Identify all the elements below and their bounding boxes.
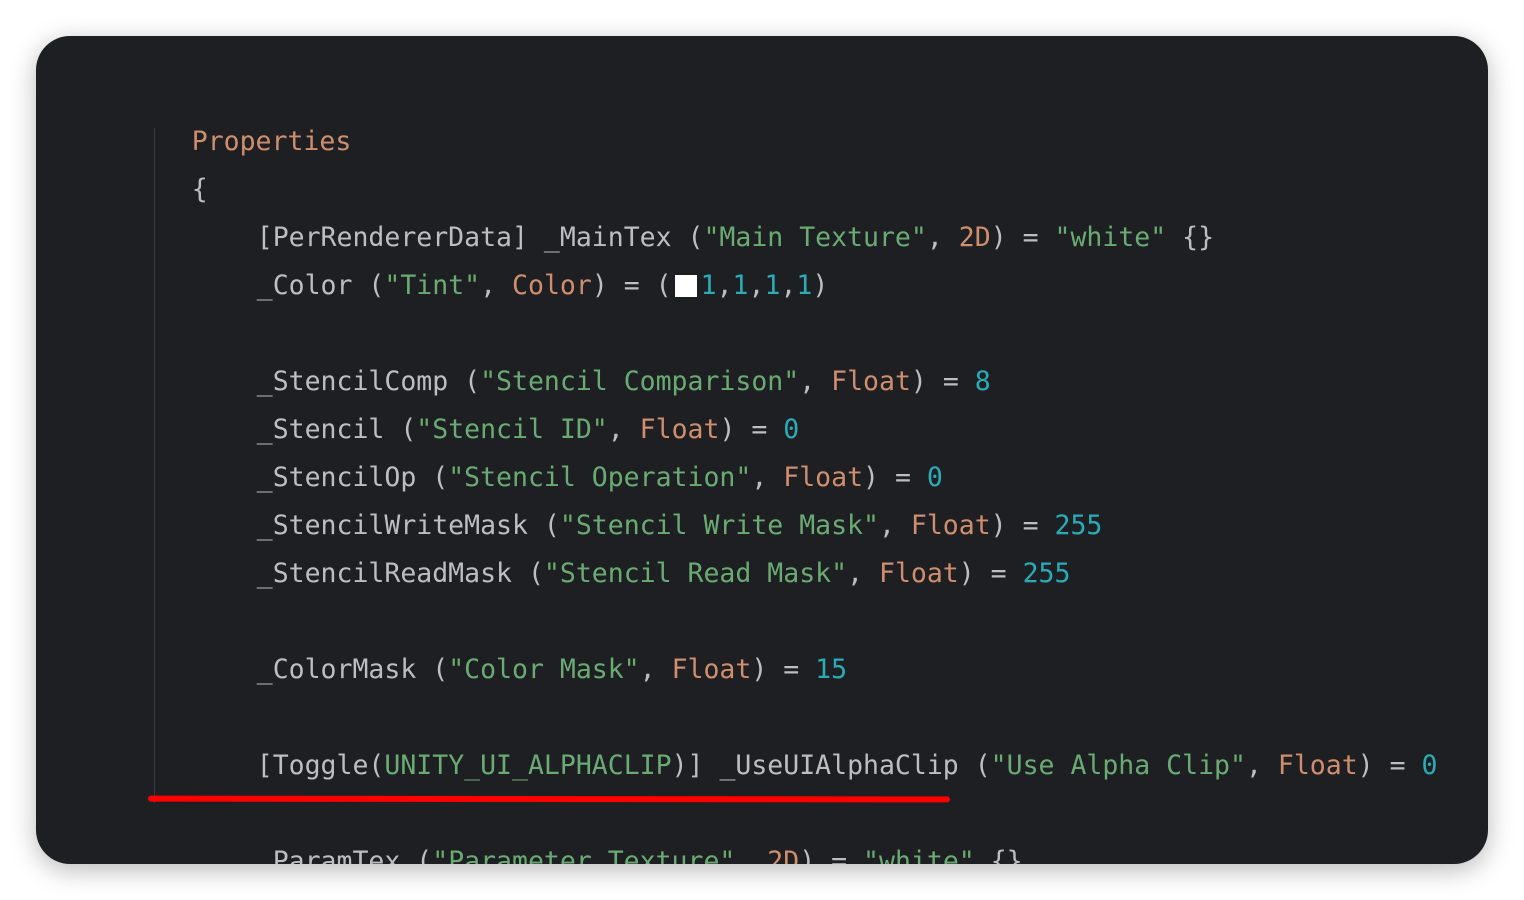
code-line-colormask: _ColorMask ("Color Mask", Float) = 15	[161, 598, 847, 685]
property-type: Float	[671, 654, 752, 685]
display-name-string: "Tint"	[384, 270, 481, 301]
property-type: 2D	[958, 222, 991, 253]
property-name: _ParamTex (	[256, 846, 433, 864]
code-line-stencilwritemask: _StencilWriteMask ("Stencil Write Mask",…	[161, 454, 1103, 541]
toggle-keyword: UNITY_UI_ALPHACLIP	[384, 750, 672, 781]
color-g: 1	[732, 270, 749, 301]
equals: ) =	[958, 558, 1023, 589]
code-line-stencilcomp: _StencilComp ("Stencil Comparison", Floa…	[161, 310, 991, 397]
attribute-open: [Toggle(	[256, 750, 385, 781]
separator: ,	[639, 654, 672, 685]
braces: {}	[974, 846, 1023, 864]
code-line-properties: Properties	[96, 70, 352, 157]
code-line-stencil: _Stencil ("Stencil ID", Float) = 0	[161, 358, 800, 445]
separator: ,	[799, 366, 832, 397]
properties-keyword: Properties	[191, 126, 352, 157]
default-value-number: 0	[1421, 750, 1438, 781]
code-line-stencilreadmask: _StencilReadMask ("Stencil Read Mask", F…	[161, 502, 1071, 589]
code-line-alphaclip: [Toggle(UNITY_UI_ALPHACLIP)] _UseUIAlpha…	[161, 694, 1438, 781]
equals: ) =	[751, 654, 816, 685]
separator: ,	[847, 558, 879, 589]
separator: ,	[926, 222, 959, 253]
display-name-string: "Color Mask"	[448, 654, 640, 685]
separator: ,	[480, 270, 513, 301]
attribute-close: )]	[671, 750, 704, 781]
color-a: 1	[796, 270, 813, 301]
color-b: 1	[764, 270, 781, 301]
braces: {}	[1166, 222, 1215, 253]
property-type: Float	[878, 558, 959, 589]
property-type: Float	[1277, 750, 1358, 781]
property-type: 2D	[767, 846, 800, 864]
equals: ) = (	[591, 270, 672, 301]
default-value-string: "white"	[863, 846, 975, 864]
property-name: _Color (	[256, 270, 385, 301]
code-line-maintex: [PerRendererData] _MainTex ("Main Textur…	[161, 166, 1214, 253]
separator: ,	[735, 846, 768, 864]
equals: ) =	[1357, 750, 1422, 781]
equals: ) =	[990, 222, 1055, 253]
default-value-string: "white"	[1054, 222, 1167, 253]
property-type: Color	[512, 270, 592, 301]
default-value-number: 15	[815, 654, 848, 685]
equals: ) =	[910, 366, 975, 397]
code-editor-window: Properties { [PerRendererData] _MainTex …	[36, 36, 1488, 864]
display-name-string: "Stencil Read Mask"	[543, 558, 848, 589]
equals: ) =	[799, 846, 864, 864]
code-area[interactable]: Properties { [PerRendererData] _MainTex …	[96, 36, 1488, 864]
code-line-open-brace: {	[96, 118, 208, 205]
color-r: 1	[700, 270, 717, 301]
property-name: _UseUIAlphaClip (	[703, 750, 991, 781]
code-line-close-brace: }	[96, 838, 208, 864]
code-line-color: _Color ("Tint", Color) = (1,1,1,1)	[161, 214, 829, 301]
highlight-underline	[147, 795, 951, 803]
property-name: _ColorMask (	[256, 654, 449, 685]
close-paren: )	[812, 270, 829, 301]
comma: ,	[716, 270, 733, 301]
separator: ,	[1245, 750, 1278, 781]
display-name-string: "Parameter Texture"	[432, 846, 736, 864]
comma: ,	[748, 270, 765, 301]
code-line-stencilop: _StencilOp ("Stencil Operation", Float) …	[161, 406, 943, 493]
display-name-string: "Use Alpha Clip"	[990, 750, 1246, 781]
color-swatch-icon[interactable]	[674, 275, 697, 297]
default-value-number: 8	[974, 366, 991, 397]
default-value-number: 255	[1022, 558, 1071, 589]
property-type: Float	[831, 366, 911, 397]
property-name: _StencilReadMask (	[256, 558, 544, 589]
comma: ,	[780, 270, 797, 301]
